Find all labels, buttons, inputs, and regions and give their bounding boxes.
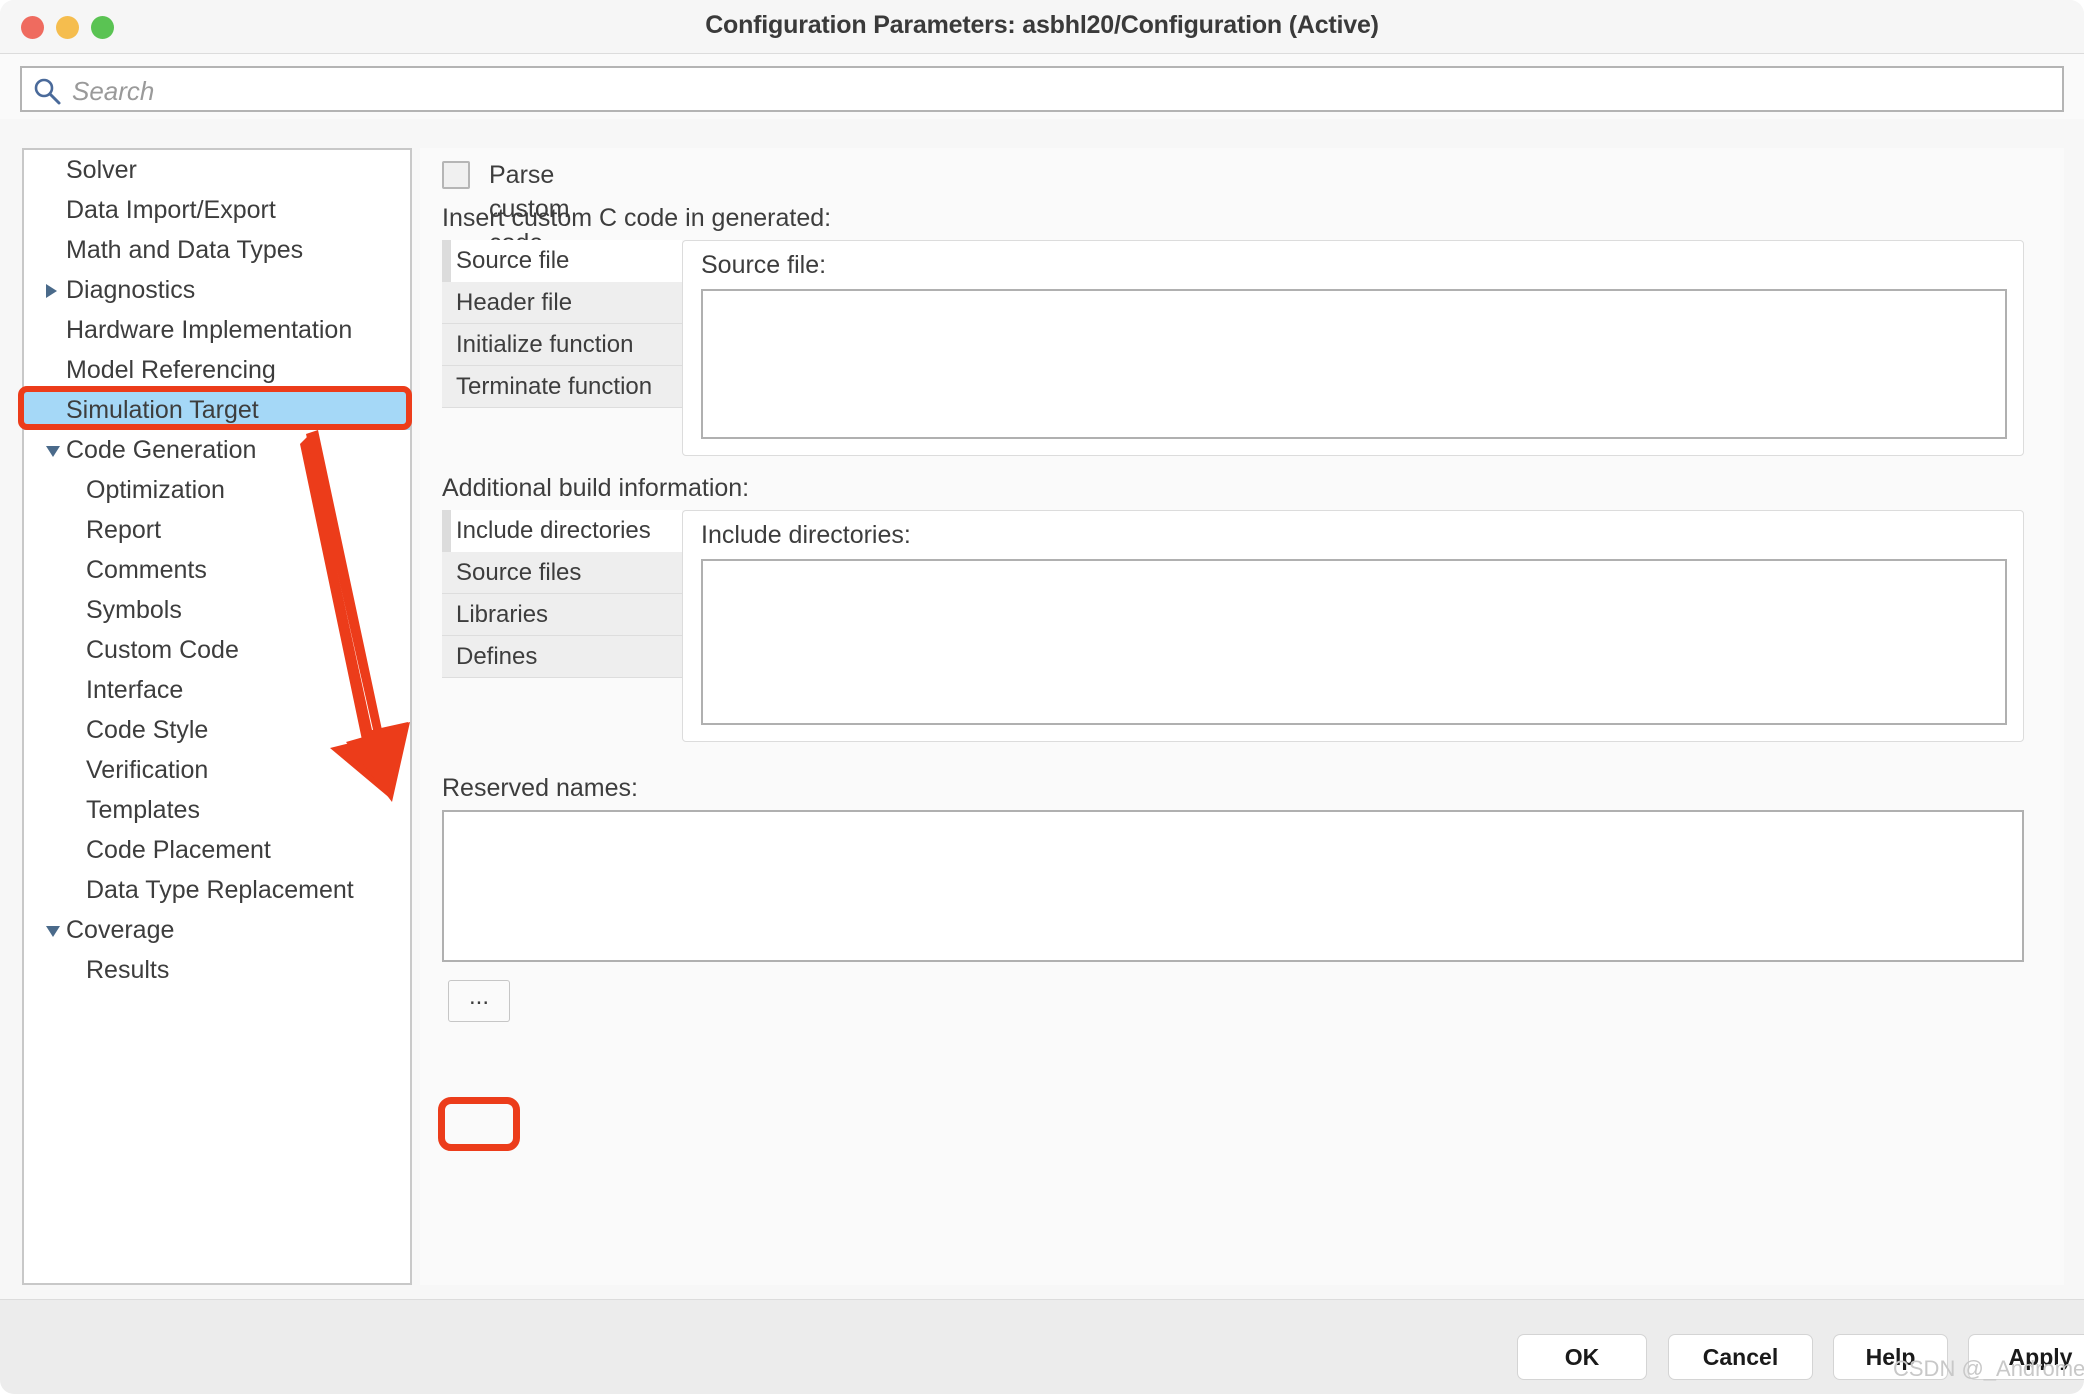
sidebar-item-comments[interactable]: Comments: [24, 550, 410, 590]
build-info-tabstrip[interactable]: Include directories Source files Libraries…: [442, 510, 682, 678]
sidebar-item-data-type-replacement[interactable]: Data Type Replacement: [24, 870, 410, 910]
reserved-names-label: Reserved names:: [442, 774, 638, 802]
tab-source-files[interactable]: Source files: [442, 552, 682, 594]
sidebar-item-label: Data Type Replacement: [86, 876, 354, 904]
sidebar-item-model-referencing[interactable]: Model Referencing: [24, 350, 410, 390]
reserved-names-textarea[interactable]: [442, 810, 2024, 962]
include-directories-label: Include directories:: [701, 521, 911, 549]
sidebar-item-label: Model Referencing: [66, 356, 276, 384]
simulation-target-panel: Parse custom code symbols Insert custom …: [420, 148, 2064, 1285]
sidebar-item-label: Templates: [86, 796, 200, 824]
watermark: CSDN @_Andromeda: [1893, 1356, 2084, 1381]
sidebar-item-label: Coverage: [66, 916, 175, 944]
tab-source-file[interactable]: Source file: [442, 240, 682, 282]
settings-tree[interactable]: Solver Data Import/Export Math and Data Ty…: [22, 148, 412, 1285]
tab-label: Initialize function: [456, 331, 634, 358]
sidebar-item-label: Symbols: [86, 596, 182, 624]
tab-terminate-function[interactable]: Terminate function: [442, 366, 682, 408]
search-bar-area: Search: [0, 54, 2084, 119]
sidebar-item-coverage[interactable]: Coverage: [24, 910, 410, 950]
sidebar-item-label: Diagnostics: [66, 276, 196, 304]
source-file-label: Source file:: [701, 251, 827, 279]
sidebar-item-optimization[interactable]: Optimization: [24, 470, 410, 510]
chevron-down-icon[interactable]: [46, 446, 60, 457]
insert-custom-c-code-label: Insert custom C code in generated:: [442, 204, 832, 232]
parse-custom-code-symbols-checkbox[interactable]: [442, 161, 470, 189]
sidebar-item-verification[interactable]: Verification: [24, 750, 410, 790]
sidebar-item-diagnostics[interactable]: Diagnostics: [24, 270, 410, 310]
sidebar-item-templates[interactable]: Templates: [24, 790, 410, 830]
reserved-names-browse-button[interactable]: ...: [448, 980, 510, 1022]
tab-label: Source file: [456, 247, 570, 274]
sidebar-item-label: Optimization: [86, 476, 225, 504]
search-icon: [34, 78, 61, 105]
tab-label: Defines: [456, 643, 538, 670]
sidebar-item-data-import-export[interactable]: Data Import/Export: [24, 190, 410, 230]
sidebar-item-label: Solver: [66, 156, 137, 184]
custom-code-tabstrip[interactable]: Source file Header file Initialize functio…: [442, 240, 682, 408]
sidebar-item-label: Code Generation: [66, 436, 257, 464]
sidebar-item-report[interactable]: Report: [24, 510, 410, 550]
sidebar-item-label: Math and Data Types: [66, 236, 304, 264]
search-input[interactable]: Search: [20, 66, 2064, 112]
sidebar-item-label: Interface: [86, 676, 184, 704]
sidebar-item-custom-code[interactable]: Custom Code: [24, 630, 410, 670]
tab-label: Header file: [456, 289, 573, 316]
tab-label: Terminate function: [456, 373, 653, 400]
sidebar-item-label: Verification: [86, 756, 209, 784]
sidebar-item-label: Simulation Target: [66, 396, 259, 424]
chevron-down-icon[interactable]: [46, 926, 60, 937]
tab-defines[interactable]: Defines: [442, 636, 682, 678]
ok-button[interactable]: OK: [1517, 1334, 1647, 1380]
title-bar: Configuration Parameters: asbhl20/Config…: [0, 0, 2084, 54]
page-title: Configuration Parameters: asbhl20/Config…: [705, 11, 1379, 39]
custom-code-card: Source file:: [682, 240, 2024, 456]
tab-include-directories[interactable]: Include directories: [442, 510, 682, 552]
tab-label: Include directories: [456, 517, 651, 544]
tab-header-file[interactable]: Header file: [442, 282, 682, 324]
chevron-right-icon[interactable]: [46, 284, 57, 298]
tab-label: Libraries: [456, 601, 549, 628]
sidebar-item-label: Code Style: [86, 716, 209, 744]
include-directories-textarea[interactable]: [701, 559, 2007, 725]
sidebar-item-label: Report: [86, 516, 162, 544]
sidebar-item-label: Data Import/Export: [66, 196, 276, 224]
sidebar-item-simulation-target[interactable]: Simulation Target: [24, 390, 410, 430]
search-placeholder: Search: [72, 76, 155, 106]
tab-libraries[interactable]: Libraries: [442, 594, 682, 636]
sidebar-item-solver[interactable]: Solver: [24, 150, 410, 190]
build-info-card: Include directories:: [682, 510, 2024, 742]
additional-build-information-label: Additional build information:: [442, 474, 750, 502]
sidebar-item-code-generation[interactable]: Code Generation: [24, 430, 410, 470]
tab-label: Source files: [456, 559, 582, 586]
sidebar-item-label: Results: [86, 956, 170, 984]
source-file-textarea[interactable]: [701, 289, 2007, 439]
sidebar-item-results[interactable]: Results: [24, 950, 410, 990]
sidebar-item-label: Hardware Implementation: [66, 316, 353, 344]
configuration-parameters-window: Configuration Parameters: asbhl20/Config…: [0, 0, 2084, 1394]
sidebar-item-label: Comments: [86, 556, 207, 584]
sidebar-item-label: Code Placement: [86, 836, 271, 864]
sidebar-item-math-and-data-types[interactable]: Math and Data Types: [24, 230, 410, 270]
sidebar-item-symbols[interactable]: Symbols: [24, 590, 410, 630]
tab-initialize-function[interactable]: Initialize function: [442, 324, 682, 366]
sidebar-item-code-style[interactable]: Code Style: [24, 710, 410, 750]
sidebar-item-hardware-implementation[interactable]: Hardware Implementation: [24, 310, 410, 350]
sidebar-item-label: Custom Code: [86, 636, 239, 664]
sidebar-item-code-placement[interactable]: Code Placement: [24, 830, 410, 870]
cancel-button[interactable]: Cancel: [1668, 1334, 1813, 1380]
sidebar-item-interface[interactable]: Interface: [24, 670, 410, 710]
